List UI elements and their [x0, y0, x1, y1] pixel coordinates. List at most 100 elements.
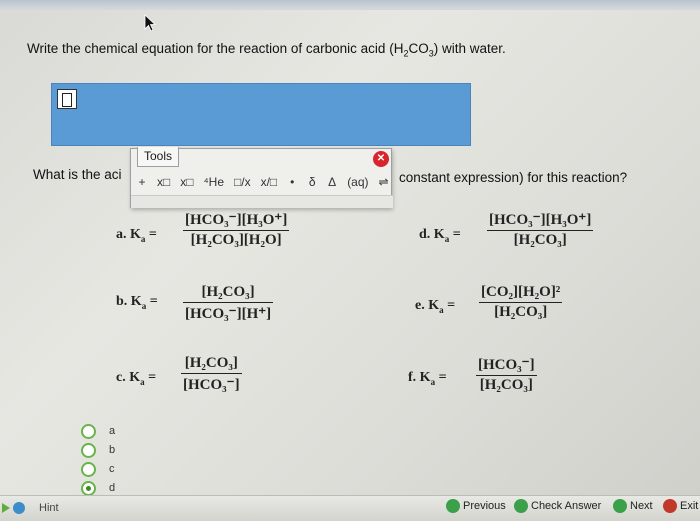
tools-footer [131, 195, 393, 208]
question-text: Write the chemical equation for the reac… [27, 41, 506, 59]
exit-label: Exit [680, 500, 699, 512]
option-e-sub: a [439, 304, 444, 315]
option-f-denominator: [H₂CO₃] [479, 377, 533, 393]
option-e-label: e. Ka = [415, 298, 455, 315]
option-b-bar [183, 302, 274, 303]
tools-buttons: + x□ x□ ⁴He □/x x/□ • δ Δ (aq) ⇌ [137, 175, 389, 189]
choice-d-label: d [109, 482, 116, 494]
tool-subscript-button[interactable]: x□ [180, 175, 193, 189]
prompt-left-text: What is the aci [33, 167, 122, 182]
hint-icon [13, 502, 25, 514]
previous-icon [446, 499, 460, 513]
option-e-eq: = [447, 298, 456, 313]
tool-dot-button[interactable]: • [287, 175, 297, 189]
next-icon [613, 499, 627, 513]
answer-entry-area[interactable] [51, 83, 471, 146]
option-a-numerator: [HCO₃⁻][H₃O⁺] [185, 212, 288, 228]
exit-button[interactable]: Exit [663, 499, 698, 513]
option-f-label: f. Ka = [408, 370, 447, 387]
tool-move-icon[interactable]: + [137, 175, 147, 189]
option-d-numerator: [HCO₃⁻][H₃O⁺] [489, 212, 592, 228]
question-mid: CO [408, 41, 429, 56]
option-d-eq: = [452, 227, 461, 242]
option-c-sub: a [140, 376, 145, 387]
option-d-denominator: [H₂CO₃] [513, 232, 567, 248]
previous-label: Previous [463, 500, 506, 512]
option-e-k: e. K [415, 298, 440, 313]
choice-a-label: a [109, 425, 116, 437]
check-answer-button[interactable]: Check Answer [514, 499, 601, 513]
tool-aq-button[interactable]: (aq) [347, 175, 368, 189]
question-prefix: Write the chemical equation for the reac… [27, 41, 404, 56]
next-label: Next [630, 500, 653, 512]
option-a-eq: = [148, 227, 157, 242]
tool-fraction-button[interactable]: □/x [234, 175, 251, 189]
option-b-label: b. Ka = [116, 294, 158, 311]
option-a-sub: a [140, 233, 146, 244]
choice-d[interactable]: d [81, 480, 115, 496]
radio-b[interactable] [81, 442, 96, 458]
prompt-right-text: constant expression) for this reaction? [399, 170, 628, 185]
choice-a[interactable]: a [81, 423, 115, 439]
choice-b[interactable]: b [81, 442, 115, 458]
option-b-fraction: [H₂CO₃] [HCO₃⁻][H⁺] [183, 284, 274, 323]
option-e-fraction: [CO₂][H₂O]² [H₂CO₃] [479, 284, 563, 321]
option-c-denominator: [HCO₃⁻] [183, 377, 240, 393]
option-d-label: d. Ka = [419, 227, 461, 244]
option-f-k: f. K [408, 370, 431, 385]
option-b-sub: a [141, 300, 147, 311]
hint-label: Hint [39, 502, 59, 514]
option-a-label: a. Ka = [116, 227, 157, 244]
tools-tab[interactable]: Tools [137, 147, 180, 167]
option-b-numerator: [H₂CO₃] [201, 284, 255, 300]
tools-palette: Tools ✕ + x□ x□ ⁴He □/x x/□ • δ Δ (aq) ⇌ [130, 147, 393, 208]
choice-c[interactable]: c [81, 461, 115, 477]
radio-c[interactable] [81, 461, 96, 477]
tool-delta-lower-button[interactable]: δ [307, 175, 317, 189]
option-e-numerator: [CO₂][H₂O]² [481, 284, 561, 300]
option-c-label: c. Ka = [116, 370, 156, 387]
choice-b-label: b [109, 444, 116, 456]
option-d-fraction: [HCO₃⁻][H₃O⁺] [H₂CO₃] [487, 210, 594, 249]
radio-a[interactable] [81, 423, 96, 439]
option-a-fraction: [HCO₃⁻][H₃O⁺] [H₂CO₃][H₂O] [183, 210, 290, 249]
option-a-k: a. K [116, 227, 141, 242]
option-f-fraction: [HCO₃⁻] [H₂CO₃] [476, 355, 537, 394]
question-suffix: ) with water. [433, 41, 506, 56]
option-b-eq: = [149, 294, 158, 309]
answer-cursor-box[interactable] [57, 89, 77, 109]
option-d-k: d. K [419, 227, 445, 242]
check-icon [514, 499, 528, 513]
option-b-denominator: [HCO₃⁻][H⁺] [185, 306, 272, 322]
option-a-bar [183, 230, 290, 231]
top-strip [0, 0, 700, 10]
hint-button[interactable]: Hint [2, 502, 59, 514]
option-f-bar [476, 375, 537, 376]
option-e-denominator: [H₂CO₃] [494, 304, 548, 320]
tool-fraction2-button[interactable]: x/□ [261, 175, 278, 189]
radio-d[interactable] [81, 480, 96, 496]
choice-c-label: c [109, 463, 115, 475]
tool-equilibrium-button[interactable]: ⇌ [379, 175, 389, 189]
option-f-eq: = [438, 370, 447, 385]
option-b-k: b. K [116, 294, 142, 309]
option-d-bar [487, 230, 594, 231]
mouse-cursor-icon [144, 14, 156, 32]
exit-icon [663, 499, 677, 513]
option-a-denominator: [H₂CO₃][H₂O] [190, 232, 282, 248]
next-button[interactable]: Next [613, 499, 653, 513]
tool-delta-button[interactable]: Δ [327, 175, 337, 189]
option-d-sub: a [444, 233, 450, 244]
option-e-bar [479, 302, 563, 303]
option-f-sub: a [430, 376, 436, 387]
option-c-numerator: [H₂CO₃] [184, 355, 238, 371]
option-c-fraction: [H₂CO₃] [HCO₃⁻] [181, 355, 242, 394]
previous-button[interactable]: Previous [446, 499, 506, 513]
option-c-eq: = [148, 370, 157, 385]
tool-isotope-button[interactable]: ⁴He [204, 175, 225, 189]
check-answer-label: Check Answer [531, 500, 602, 512]
close-tools-icon[interactable]: ✕ [373, 151, 389, 167]
option-f-numerator: [HCO₃⁻] [478, 357, 535, 373]
tool-superscript-button[interactable]: x□ [157, 175, 170, 189]
option-c-k: c. K [116, 370, 141, 385]
